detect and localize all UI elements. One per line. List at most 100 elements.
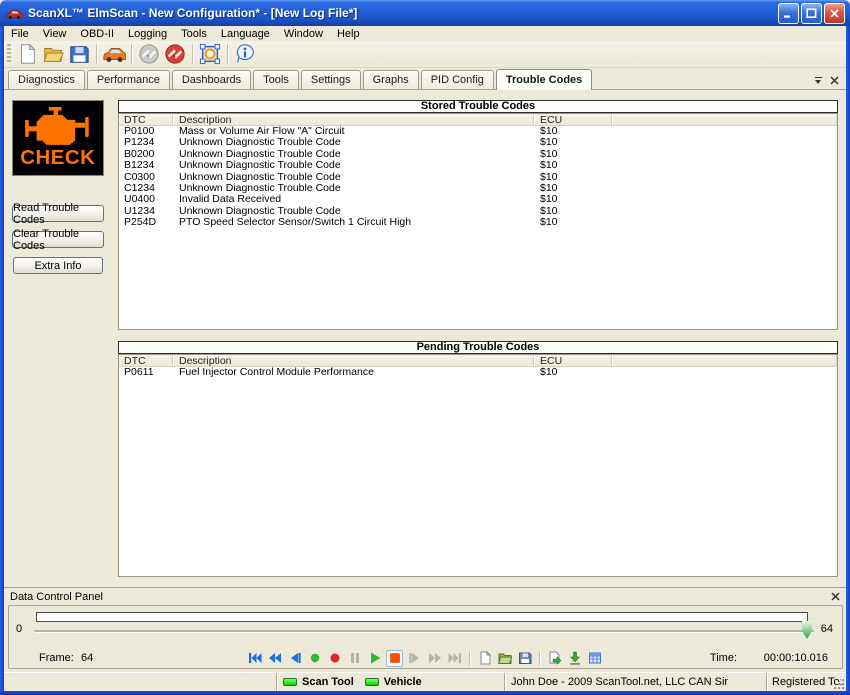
table-row[interactable]: P0100 Mass or Volume Air Flow "A" Circui… <box>119 126 837 137</box>
column-header-description[interactable]: Description <box>173 114 534 125</box>
tab-close-icon[interactable] <box>830 76 839 85</box>
export-log-button[interactable] <box>566 650 583 667</box>
column-header-dtc[interactable]: DTC <box>119 355 173 366</box>
read-trouble-codes-button[interactable]: Read Trouble Codes <box>12 205 104 222</box>
open-log-button[interactable] <box>496 650 513 667</box>
step-back-button[interactable] <box>286 650 303 667</box>
menu-obd2[interactable]: OBD-II <box>73 27 121 41</box>
record-button[interactable] <box>326 650 343 667</box>
playback-progress-bar <box>36 612 808 622</box>
check-engine-lamp: CHECK <box>12 100 104 176</box>
column-header-dtc[interactable]: DTC <box>119 114 173 125</box>
playback-controls <box>246 648 603 668</box>
step-back-icon <box>288 651 302 665</box>
rewind-button[interactable] <box>266 650 283 667</box>
tab-dashboards[interactable]: Dashboards <box>172 70 251 89</box>
data-control-panel-close-icon[interactable] <box>831 592 840 601</box>
stop-button[interactable] <box>386 650 403 667</box>
stored-codes-title: Stored Trouble Codes <box>118 100 838 113</box>
window-border-left <box>0 24 4 695</box>
resize-grip[interactable] <box>833 678 845 690</box>
playback-separator <box>539 651 540 666</box>
tab-trouble-codes[interactable]: Trouble Codes <box>496 69 592 90</box>
column-header-ecu[interactable]: ECU <box>534 355 612 366</box>
cell-ecu: $10 <box>534 149 612 160</box>
table-row[interactable]: C0300 Unknown Diagnostic Trouble Code $1… <box>119 172 837 183</box>
tab-tools[interactable]: Tools <box>253 70 299 89</box>
open-file-button[interactable] <box>40 42 66 66</box>
tab-graphs[interactable]: Graphs <box>363 70 419 89</box>
menu-language[interactable]: Language <box>214 27 277 41</box>
toolbar-grip[interactable] <box>7 44 11 64</box>
frame-slider-thumb[interactable] <box>801 621 813 639</box>
titlebar[interactable]: ScanXL™ ElmScan - New Configuration* - [… <box>0 0 850 26</box>
tab-label: Trouble Codes <box>506 74 582 86</box>
fast-forward-button[interactable] <box>426 650 443 667</box>
tab-diagnostics[interactable]: Diagnostics <box>8 70 85 89</box>
window-border-bottom <box>0 691 850 695</box>
frame-value: 64 <box>81 652 93 664</box>
maximize-button[interactable] <box>801 3 822 24</box>
column-header-description[interactable]: Description <box>173 355 534 366</box>
table-row[interactable]: U1234 Unknown Diagnostic Trouble Code $1… <box>119 206 837 217</box>
new-log-icon <box>478 651 492 665</box>
menu-window[interactable]: Window <box>277 27 330 41</box>
data-control-panel-titlebar[interactable]: Data Control Panel <box>4 587 846 605</box>
pid-config-button[interactable] <box>197 42 223 66</box>
step-forward-button[interactable] <box>406 650 423 667</box>
table-row[interactable]: B0200 Unknown Diagnostic Trouble Code $1… <box>119 149 837 160</box>
import-log-button[interactable] <box>546 650 563 667</box>
cell-description: Fuel Injector Control Module Performance <box>173 367 534 378</box>
connect-button[interactable] <box>136 42 162 66</box>
table-row[interactable]: U0400 Invalid Data Received $10 <box>119 194 837 205</box>
menu-view[interactable]: View <box>36 27 74 41</box>
save-file-button[interactable] <box>66 42 92 66</box>
table-row[interactable]: B1234 Unknown Diagnostic Trouble Code $1… <box>119 160 837 171</box>
range-max-label: 64 <box>821 623 833 635</box>
table-row[interactable]: P1234 Unknown Diagnostic Trouble Code $1… <box>119 137 837 148</box>
extra-info-button[interactable]: Extra Info <box>13 257 103 274</box>
frame-slider-track[interactable] <box>34 630 814 632</box>
check-engine-label: CHECK <box>20 147 95 169</box>
live-button[interactable] <box>306 650 323 667</box>
tab-label: PID Config <box>431 74 484 86</box>
menu-logging[interactable]: Logging <box>121 27 174 41</box>
tab-strip: Diagnostics Performance Dashboards Tools… <box>4 68 846 90</box>
menu-file[interactable]: File <box>4 27 36 41</box>
skip-end-button[interactable] <box>446 650 463 667</box>
table-row[interactable]: C1234 Unknown Diagnostic Trouble Code $1… <box>119 183 837 194</box>
clear-trouble-codes-button[interactable]: Clear Trouble Codes <box>12 231 104 248</box>
save-log-button[interactable] <box>516 650 533 667</box>
pending-codes-list[interactable]: DTC Description ECU P0611 Fuel Injector … <box>118 354 838 577</box>
tab-menu-chevron-down-icon[interactable] <box>814 77 823 85</box>
new-log-button[interactable] <box>476 650 493 667</box>
tab-label: Dashboards <box>182 74 241 86</box>
stored-codes-body: P0100 Mass or Volume Air Flow "A" Circui… <box>119 126 837 229</box>
table-row[interactable]: P0611 Fuel Injector Control Module Perfo… <box>119 367 837 378</box>
play-button[interactable] <box>366 650 383 667</box>
skip-start-button[interactable] <box>246 650 263 667</box>
tab-pid-config[interactable]: PID Config <box>421 70 494 89</box>
cell-dtc: U1234 <box>119 206 173 217</box>
toolbar-separator <box>227 44 228 64</box>
about-button[interactable] <box>232 42 258 66</box>
cell-description: Unknown Diagnostic Trouble Code <box>173 160 534 171</box>
disconnect-button[interactable] <box>162 42 188 66</box>
tab-settings[interactable]: Settings <box>301 70 361 89</box>
menu-help[interactable]: Help <box>330 27 367 41</box>
rewind-icon <box>268 651 282 665</box>
stored-codes-list[interactable]: DTC Description ECU P0100 Mass or Volume… <box>118 113 838 330</box>
cell-dtc: P254D <box>119 217 173 228</box>
minimize-button[interactable] <box>778 3 799 24</box>
data-view-button[interactable] <box>586 650 603 667</box>
tab-performance[interactable]: Performance <box>87 70 170 89</box>
new-file-button[interactable] <box>14 42 40 66</box>
pause-button[interactable] <box>346 650 363 667</box>
vehicle-button[interactable] <box>101 42 127 66</box>
table-row[interactable]: P254D PTO Speed Selector Sensor/Switch 1… <box>119 217 837 228</box>
cell-ecu: $10 <box>534 172 612 183</box>
menu-tools[interactable]: Tools <box>174 27 214 41</box>
column-header-ecu[interactable]: ECU <box>534 114 612 125</box>
statusbar-registration-section: Registered To: Joe B (ScanTool.net, LI <box>767 673 846 691</box>
close-button[interactable] <box>824 3 845 24</box>
